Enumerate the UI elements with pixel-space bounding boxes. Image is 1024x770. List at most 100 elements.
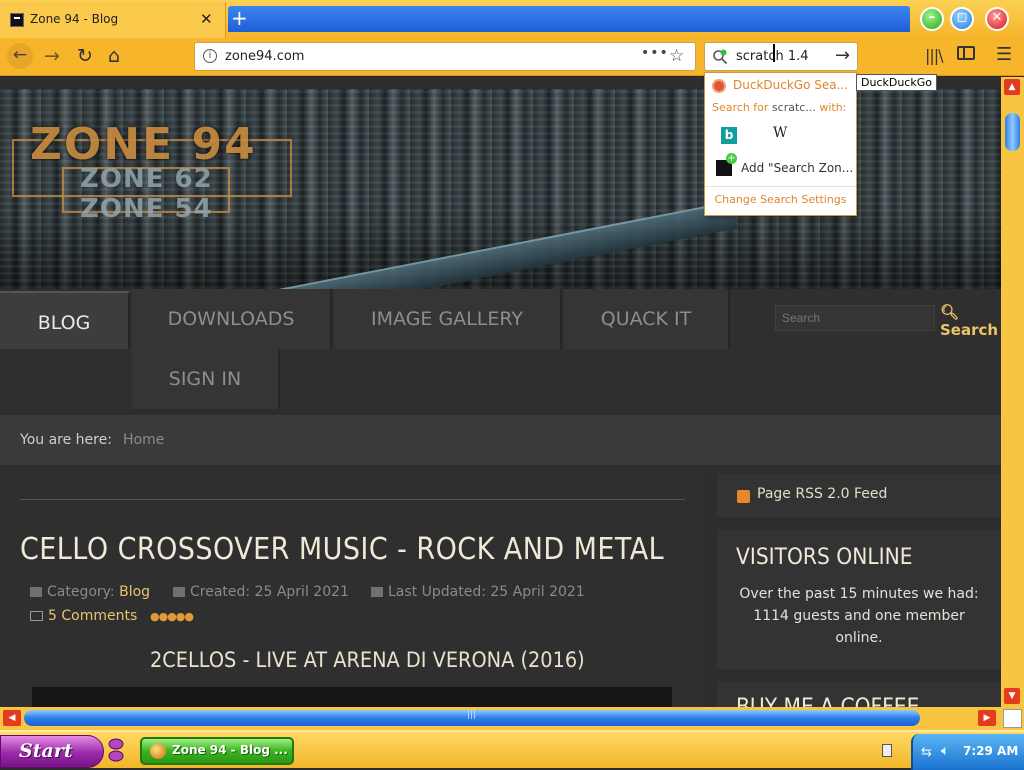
- article-updated-date: Last Updated: 25 April 2021: [371, 584, 585, 600]
- url-bar[interactable]: i zone94.com ••• ☆: [194, 42, 696, 71]
- site-favicon-icon: [10, 13, 24, 27]
- logo-subtitle-1: ZONE 62: [80, 164, 213, 194]
- browser-tab-active[interactable]: Zone 94 - Blog ✕: [0, 2, 226, 38]
- scroll-left-arrow-icon[interactable]: ◀: [3, 710, 21, 726]
- add-search-engine-option[interactable]: Add "Search Zon...: [741, 161, 853, 175]
- article-divider: [20, 499, 685, 500]
- site-search-button[interactable]: 🔍︎Search: [940, 303, 1001, 339]
- menu-item-blog[interactable]: BLOG: [0, 291, 130, 351]
- sidebar-toggle-icon[interactable]: [957, 46, 975, 60]
- folder-icon: [30, 587, 42, 597]
- home-button[interactable]: ⌂: [108, 45, 120, 67]
- menu-item-downloads[interactable]: DOWNLOADS: [132, 289, 332, 349]
- article-category: Category: Blog: [30, 584, 150, 600]
- wikipedia-engine-icon[interactable]: W: [773, 125, 787, 141]
- window-minimize-button[interactable]: –: [920, 7, 944, 31]
- add-search-engine-icon: [716, 153, 737, 176]
- horizontal-scrollbar[interactable]: ◀ ||| ▶: [0, 707, 1001, 730]
- site-info-icon[interactable]: i: [203, 49, 217, 63]
- search-for-label: Search for scratc... with:: [712, 101, 846, 114]
- popup-divider: [705, 186, 856, 187]
- bookmark-star-icon[interactable]: ☆: [669, 46, 684, 66]
- search-icon: 🔍︎: [940, 303, 960, 321]
- menu-item-sign-in[interactable]: SIGN IN: [132, 349, 280, 409]
- text-cursor-icon: [773, 44, 775, 62]
- menu-item-quack-it[interactable]: QUACK IT: [564, 289, 730, 349]
- taskbar-window-button[interactable]: Zone 94 - Blog ...: [140, 737, 294, 765]
- taskbar-window-label: Zone 94 - Blog ...: [172, 743, 288, 757]
- start-button[interactable]: Start: [0, 735, 104, 768]
- scroll-down-arrow-icon[interactable]: ▼: [1004, 688, 1020, 704]
- rss-link[interactable]: Page RSS 2.0 Feed: [757, 486, 887, 502]
- comment-icon: [30, 611, 43, 621]
- window-restore-button[interactable]: ◻: [950, 7, 974, 31]
- site-logo[interactable]: ZONE 94: [30, 119, 257, 170]
- system-tray: ⇆ 🔈︎ 7:29 AM: [911, 734, 1024, 770]
- calendar-icon: [173, 587, 185, 597]
- reload-button[interactable]: ↻: [77, 45, 93, 67]
- back-button[interactable]: ←: [7, 43, 33, 69]
- breadcrumb-label: You are here:: [20, 432, 112, 448]
- library-icon[interactable]: |||\: [925, 46, 944, 65]
- site-search-input[interactable]: [775, 305, 935, 331]
- clock[interactable]: 7:29 AM: [963, 744, 1018, 758]
- vertical-scrollbar[interactable]: ▲ ▼: [1001, 77, 1024, 707]
- site-menu-row-2: SIGN IN: [0, 349, 1001, 409]
- taskbar: Start Zone 94 - Blog ... ⇆ 🔈︎ 7:29 AM: [0, 730, 1024, 770]
- minimize-icon: –: [928, 10, 936, 25]
- logo-subtitle-2: ZONE 54: [80, 194, 213, 224]
- restore-icon: ◻: [956, 10, 968, 25]
- comments-link[interactable]: 5 Comments: [30, 608, 137, 624]
- duckduckgo-icon: [712, 79, 726, 93]
- tooltip: DuckDuckGo: [856, 74, 937, 91]
- search-engine-icon: [713, 49, 728, 65]
- breadcrumb-home: Home: [123, 432, 165, 448]
- volume-icon[interactable]: 🔈︎: [941, 743, 949, 759]
- scroll-grip-icon: |||: [467, 710, 477, 720]
- video-title: 2CELLOS - LIVE AT ARENA DI VERONA (2016): [150, 648, 585, 672]
- menu-item-image-gallery[interactable]: IMAGE GALLERY: [334, 289, 562, 349]
- search-for-term: scratc...: [771, 101, 816, 114]
- window-close-button[interactable]: ✕: [985, 7, 1009, 31]
- buy-me-coffee-box: BUY ME A COFFEE: [717, 681, 1001, 707]
- tab-strip: [228, 6, 910, 32]
- resize-corner: [1003, 709, 1022, 728]
- rating-stars[interactable]: ●●●●●: [150, 610, 194, 623]
- video-embed[interactable]: [32, 687, 672, 707]
- site-search-button-label: Search: [940, 321, 999, 339]
- visitors-title: VISITORS ONLINE: [736, 545, 913, 570]
- new-tab-button[interactable]: +: [231, 7, 248, 29]
- scroll-right-arrow-icon[interactable]: ▶: [978, 710, 996, 726]
- article-title[interactable]: CELLO CROSSOVER MUSIC - ROCK AND METAL: [20, 532, 664, 567]
- tray-document-icon[interactable]: [882, 744, 892, 757]
- start-label: Start: [19, 740, 73, 762]
- updated-text: Last Updated: 25 April 2021: [388, 584, 585, 600]
- created-text: Created: 25 April 2021: [190, 584, 349, 600]
- search-go-arrow-icon[interactable]: →: [835, 45, 850, 66]
- coffee-title: BUY ME A COFFEE: [736, 695, 919, 707]
- search-for-suffix: with:: [815, 101, 847, 114]
- browser-app-icon: [150, 743, 166, 759]
- horizontal-scroll-thumb[interactable]: |||: [24, 710, 920, 726]
- article-created-date: Created: 25 April 2021: [173, 584, 349, 600]
- hamburger-menu-icon[interactable]: ☰: [996, 44, 1012, 65]
- rss-box: Page RSS 2.0 Feed: [717, 473, 1001, 517]
- page-actions-icon[interactable]: •••: [641, 45, 669, 61]
- bing-engine-icon[interactable]: b: [721, 127, 737, 144]
- scroll-up-arrow-icon[interactable]: ▲: [1004, 79, 1020, 95]
- search-suggestions-popup: DuckDuckGo Sea... Search for scratc... w…: [704, 72, 857, 216]
- forward-button[interactable]: →: [44, 45, 60, 67]
- category-link[interactable]: Blog: [119, 584, 150, 600]
- change-search-settings-link[interactable]: Change Search Settings: [705, 193, 856, 206]
- tab-close-icon[interactable]: ✕: [200, 10, 213, 28]
- calendar-icon: [371, 587, 383, 597]
- duckduckgo-search-option[interactable]: DuckDuckGo Sea...: [733, 78, 848, 92]
- visitors-online-box: VISITORS ONLINE Over the past 15 minutes…: [717, 529, 1001, 669]
- scrollbar-corner: [1001, 707, 1024, 730]
- url-text[interactable]: zone94.com: [225, 49, 304, 64]
- network-icon[interactable]: ⇆: [921, 745, 932, 760]
- search-for-prefix: Search for: [712, 101, 772, 114]
- browser-search-bar[interactable]: scratch 1.4 →: [704, 42, 858, 71]
- vertical-scroll-thumb[interactable]: [1005, 113, 1020, 151]
- close-icon: ✕: [991, 10, 1003, 25]
